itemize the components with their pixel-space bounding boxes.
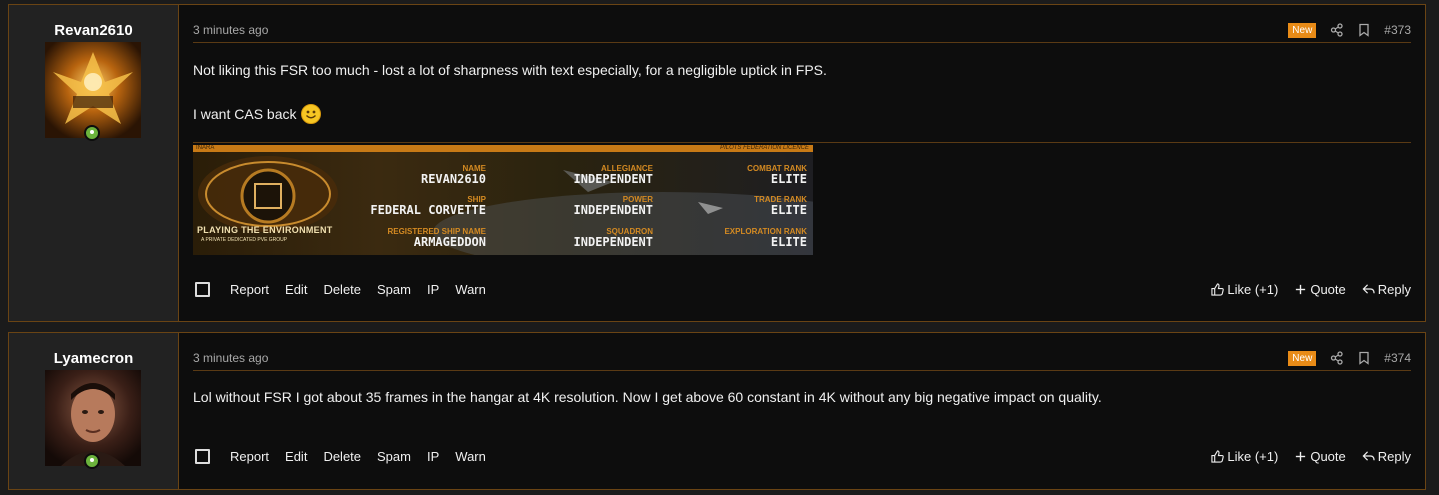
avatar[interactable] (45, 42, 141, 138)
post-actions-left: Report Edit Delete Spam IP Warn (195, 449, 502, 464)
edit-link[interactable]: Edit (285, 282, 307, 297)
online-status-icon (84, 453, 100, 469)
share-icon[interactable] (1330, 351, 1344, 365)
post-date[interactable]: 3 minutes ago (193, 23, 268, 37)
like-label: Like (+1) (1227, 282, 1279, 297)
reply-icon (1362, 284, 1375, 294)
signature-logo-text: PLAYING THE ENVIRONMENT (197, 225, 333, 235)
avatar[interactable] (45, 370, 141, 466)
post-body: 3 minutes ago New #374 Lol without FSR I… (179, 333, 1425, 489)
signature-field: TRADE RANK ELITE (754, 195, 807, 217)
post-text-line: Not liking this FSR too much - lost a lo… (193, 62, 827, 78)
delete-link[interactable]: Delete (323, 449, 361, 464)
signature-field: NAME REVAN2610 (421, 164, 486, 186)
bookmark-icon[interactable] (1357, 23, 1371, 37)
post-date[interactable]: 3 minutes ago (193, 351, 268, 365)
post-body: 3 minutes ago New #373 Not liking this F… (179, 5, 1425, 321)
like-button[interactable]: Like (+1) (1211, 449, 1278, 464)
field-value: ELITE (770, 172, 807, 186)
signature-field: ALLEGIANCE INDEPENDENT (574, 164, 653, 186)
username[interactable]: Revan2610 (9, 22, 178, 39)
post-actions-left: Report Edit Delete Spam IP Warn (195, 282, 502, 297)
post-header-tools: New #374 (1288, 350, 1411, 366)
spam-link[interactable]: Spam (377, 282, 411, 297)
signature-divider (193, 142, 1411, 143)
field-value: INDEPENDENT (573, 203, 653, 217)
reply-label: Reply (1377, 449, 1411, 464)
signature-brand: INARA (196, 145, 215, 151)
post-number-link[interactable]: #374 (1384, 351, 1411, 365)
username[interactable]: Lyamecron (9, 350, 178, 367)
edit-link[interactable]: Edit (285, 449, 307, 464)
post-text-line: I want CAS back (193, 104, 321, 124)
field-value: ARMAGEDDON (413, 235, 486, 249)
field-value: REVAN2610 (420, 172, 486, 186)
signature-licence-title: PILOTS FEDERATION LICENCE (720, 145, 809, 151)
reply-icon (1362, 451, 1375, 461)
post-text-line-2: I want CAS back (193, 106, 297, 122)
quote-label: Quote (1310, 449, 1346, 464)
online-status-icon (84, 125, 100, 141)
signature-field: SQUADRON INDEPENDENT (574, 227, 653, 249)
field-value: INDEPENDENT (573, 172, 653, 186)
quote-button[interactable]: Quote (1294, 282, 1346, 297)
share-icon[interactable] (1330, 23, 1344, 37)
user-column: Revan2610 (9, 5, 179, 321)
signature-banner[interactable]: INARA PILOTS FEDERATION LICENCE PLAYING … (193, 145, 813, 255)
post-actions-right: Like (+1) Quote Reply (1195, 449, 1411, 464)
select-checkbox[interactable] (195, 449, 210, 464)
field-value: ELITE (770, 203, 807, 217)
ip-link[interactable]: IP (427, 449, 439, 464)
like-button[interactable]: Like (+1) (1211, 282, 1278, 297)
signature-logo-subtext: A PRIVATE DEDICATED PVE GROUP (201, 237, 288, 243)
field-value: FEDERAL CORVETTE (370, 203, 486, 217)
thumbs-up-icon (1211, 283, 1225, 296)
select-checkbox[interactable] (195, 282, 210, 297)
post-374: Lyamecron 3 minutes ago New #374 Lol wit… (8, 332, 1426, 490)
like-label: Like (+1) (1227, 449, 1279, 464)
field-value: INDEPENDENT (573, 235, 653, 249)
warn-link[interactable]: Warn (455, 282, 486, 297)
ip-link[interactable]: IP (427, 282, 439, 297)
post-actions-right: Like (+1) Quote Reply (1195, 282, 1411, 297)
new-badge: New (1288, 350, 1317, 366)
signature-field: POWER INDEPENDENT (574, 195, 653, 217)
user-column: Lyamecron (9, 333, 179, 489)
signature-field: REGISTERED SHIP NAME ARMAGEDDON (387, 227, 486, 249)
new-badge: New (1288, 22, 1317, 38)
post-text-line: Lol without FSR I got about 35 frames in… (193, 389, 1102, 405)
warn-link[interactable]: Warn (455, 449, 486, 464)
post-header-tools: New #373 (1288, 22, 1411, 38)
field-value: ELITE (770, 235, 807, 249)
reply-button[interactable]: Reply (1362, 449, 1411, 464)
signature-topbar: INARA PILOTS FEDERATION LICENCE (193, 145, 813, 152)
divider (193, 42, 1411, 43)
signature-field: EXPLORATION RANK ELITE (724, 227, 807, 249)
signature-field: COMBAT RANK ELITE (747, 164, 807, 186)
bookmark-icon[interactable] (1357, 351, 1371, 365)
post-373: Revan2610 3 minutes ago New #373 Not lik… (8, 4, 1426, 322)
thumbs-up-icon (1211, 450, 1225, 463)
reply-label: Reply (1377, 282, 1411, 297)
spam-link[interactable]: Spam (377, 449, 411, 464)
smiley-icon (300, 104, 321, 124)
signature-field: SHIP FEDERAL CORVETTE (370, 195, 486, 217)
quote-label: Quote (1310, 282, 1346, 297)
reply-button[interactable]: Reply (1362, 282, 1411, 297)
report-link[interactable]: Report (230, 449, 269, 464)
plus-icon (1296, 284, 1306, 295)
plus-icon (1296, 451, 1306, 462)
post-number-link[interactable]: #373 (1384, 23, 1411, 37)
delete-link[interactable]: Delete (323, 282, 361, 297)
divider (193, 370, 1411, 371)
quote-button[interactable]: Quote (1294, 449, 1346, 464)
report-link[interactable]: Report (230, 282, 269, 297)
